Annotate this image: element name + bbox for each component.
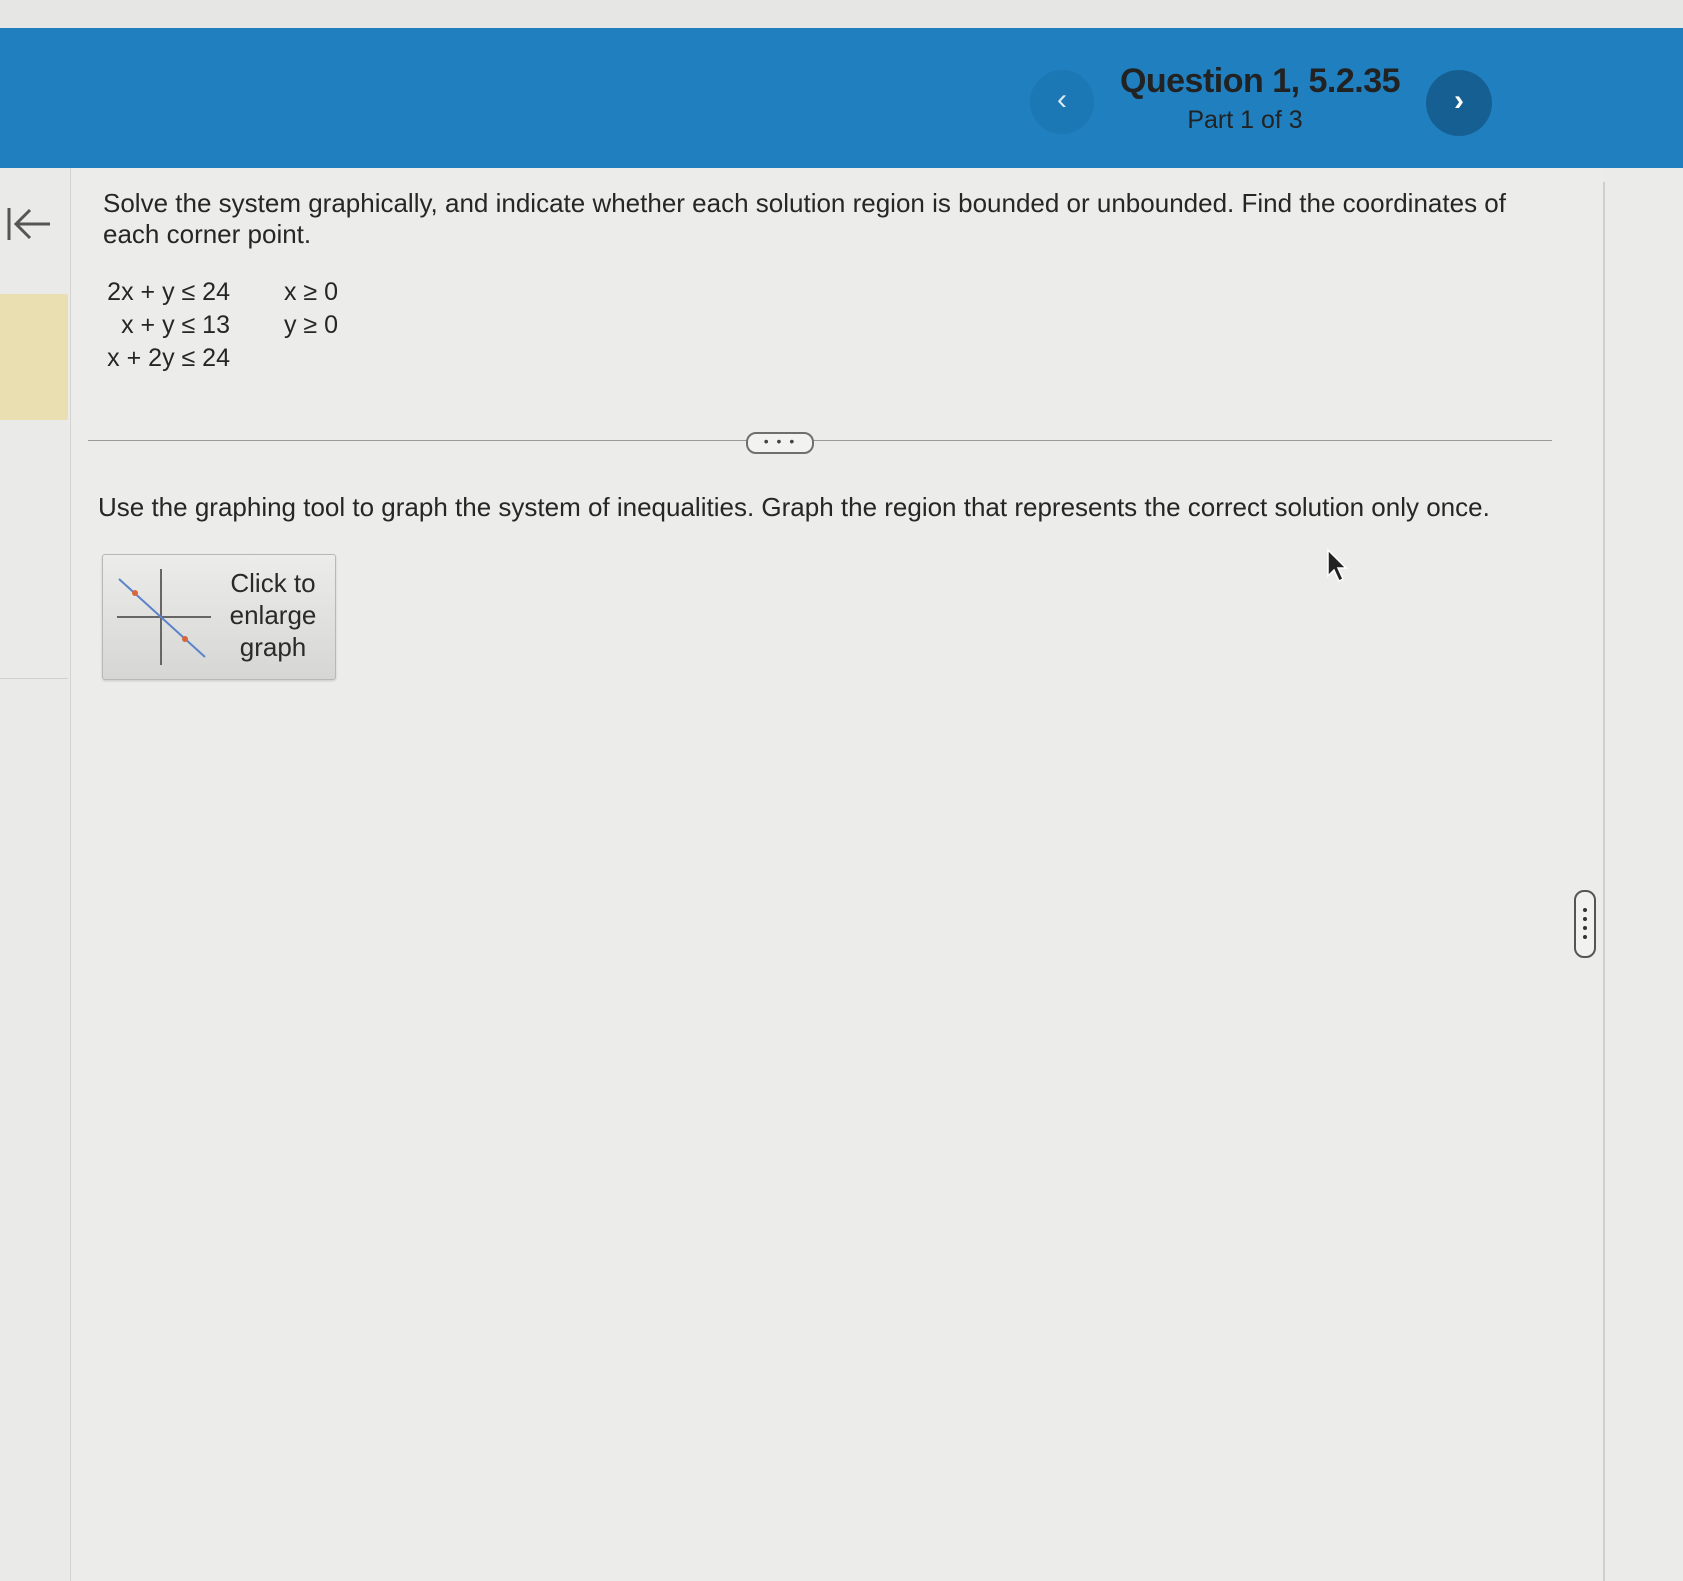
grip-dots-icon: [1583, 908, 1587, 939]
section-divider: [88, 440, 1552, 441]
mouse-pointer-icon: [1327, 548, 1348, 583]
inequality: x ≥ 0: [283, 278, 338, 306]
enlarge-graph-label: Click to enlarge graph: [229, 568, 317, 662]
enlarge-graph-button[interactable]: Click to enlarge graph: [102, 554, 336, 680]
question-title: Question 1, 5.2.35: [1119, 62, 1401, 100]
expand-section-button[interactable]: • • •: [746, 432, 814, 454]
browser-top-strip: [0, 0, 1683, 28]
left-rail-highlight: [0, 294, 68, 420]
left-rail-divider: [0, 678, 68, 679]
graph-thumbnail-icon: [117, 569, 211, 665]
part-instruction: Use the graphing tool to graph the syste…: [98, 492, 1490, 522]
inequalities-left-column: 2x + y ≤ 24 x + y ≤ 13 x + 2y ≤ 24: [100, 276, 230, 375]
question-part-label: Part 1 of 3: [1187, 106, 1303, 134]
question-content-panel: [72, 168, 1604, 1581]
next-question-button[interactable]: ›: [1426, 70, 1492, 136]
inequalities-right-column: x ≥ 0 y ≥ 0: [268, 276, 338, 342]
panel-resize-handle[interactable]: [1574, 890, 1596, 958]
inequality: x + y ≤ 13: [121, 311, 230, 339]
inequality: y ≥ 0: [283, 311, 338, 339]
inequality: x + 2y ≤ 24: [107, 344, 230, 372]
problem-prompt: Solve the system graphically, and indica…: [103, 188, 1506, 249]
content-right-border: [1603, 182, 1605, 1581]
inequality: 2x + y ≤ 24: [107, 278, 230, 306]
collapse-left-arrow-icon[interactable]: [4, 200, 52, 248]
previous-question-button[interactable]: ‹: [1030, 70, 1094, 134]
